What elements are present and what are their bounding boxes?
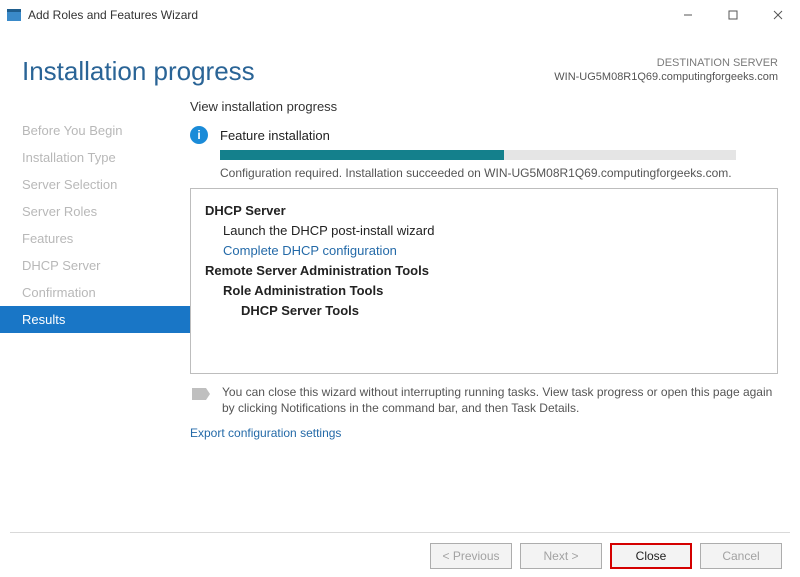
sidebar-item-server-roles: Server Roles xyxy=(0,198,190,225)
close-note-row: You can close this wizard without interr… xyxy=(190,384,778,416)
flag-icon xyxy=(190,384,212,406)
titlebar: Add Roles and Features Wizard xyxy=(0,0,800,30)
section-heading: View installation progress xyxy=(190,99,778,114)
cancel-button: Cancel xyxy=(700,543,782,569)
sidebar-item-server-selection: Server Selection xyxy=(0,171,190,198)
destination-server-name: WIN-UG5M08R1Q69.computingforgeeks.com xyxy=(554,70,778,84)
detail-dhcp-server-tools: DHCP Server Tools xyxy=(205,301,763,321)
body: Before You Begin Installation Type Serve… xyxy=(0,87,800,440)
progress-bar xyxy=(220,150,736,160)
detail-dhcp-server-head: DHCP Server xyxy=(205,201,763,221)
close-button[interactable]: Close xyxy=(610,543,692,569)
progress-fill xyxy=(220,150,504,160)
sidebar-item-results[interactable]: Results xyxy=(0,306,190,333)
detail-dhcp-launch-line: Launch the DHCP post-install wizard xyxy=(205,221,763,241)
footer-buttons: < Previous Next > Close Cancel xyxy=(430,543,782,569)
header: Installation progress DESTINATION SERVER… xyxy=(0,30,800,87)
previous-button: < Previous xyxy=(430,543,512,569)
page-title: Installation progress xyxy=(22,56,554,87)
sidebar-item-installation-type: Installation Type xyxy=(0,144,190,171)
window-controls xyxy=(665,0,800,30)
sidebar-item-confirmation: Confirmation xyxy=(0,279,190,306)
wizard-app-icon xyxy=(6,7,22,23)
sidebar-item-features: Features xyxy=(0,225,190,252)
close-note-text: You can close this wizard without interr… xyxy=(222,384,778,416)
results-details-box: DHCP Server Launch the DHCP post-install… xyxy=(190,188,778,374)
next-button: Next > xyxy=(520,543,602,569)
feature-installation-label: Feature installation xyxy=(220,128,330,143)
maximize-button[interactable] xyxy=(710,0,755,30)
close-window-button[interactable] xyxy=(755,0,800,30)
destination-server-box: DESTINATION SERVER WIN-UG5M08R1Q69.compu… xyxy=(554,56,778,84)
footer-divider xyxy=(10,532,790,533)
minimize-button[interactable] xyxy=(665,0,710,30)
wizard-sidebar: Before You Begin Installation Type Serve… xyxy=(0,97,190,440)
info-icon: i xyxy=(190,126,208,144)
status-message: Configuration required. Installation suc… xyxy=(220,166,778,180)
detail-rsat-head: Remote Server Administration Tools xyxy=(205,261,763,281)
window-title: Add Roles and Features Wizard xyxy=(28,8,665,22)
complete-dhcp-configuration-link[interactable]: Complete DHCP configuration xyxy=(205,241,763,261)
sidebar-item-before-you-begin: Before You Begin xyxy=(0,117,190,144)
export-configuration-link[interactable]: Export configuration settings xyxy=(190,426,778,440)
main-panel: View installation progress i Feature ins… xyxy=(190,97,778,440)
destination-label: DESTINATION SERVER xyxy=(554,56,778,70)
sidebar-item-dhcp-server: DHCP Server xyxy=(0,252,190,279)
feature-status-row: i Feature installation xyxy=(190,126,778,144)
detail-role-admin-tools: Role Administration Tools xyxy=(205,281,763,301)
